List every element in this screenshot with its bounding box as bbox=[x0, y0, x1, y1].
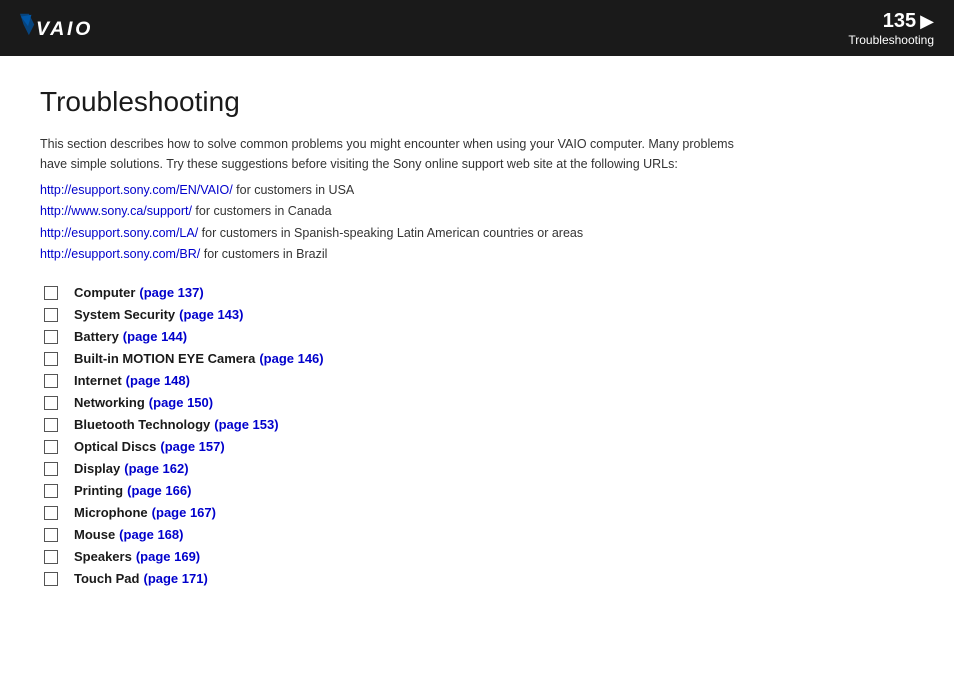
toc-item-link[interactable]: (page 169) bbox=[136, 549, 200, 564]
toc-list-item: Microphone (page 167) bbox=[40, 505, 914, 520]
toc-item-link[interactable]: (page 137) bbox=[139, 285, 203, 300]
toc-list-item: Bluetooth Technology (page 153) bbox=[40, 417, 914, 432]
checkbox-icon bbox=[44, 528, 58, 542]
toc-list-item: Touch Pad (page 171) bbox=[40, 571, 914, 586]
logo-area: VAIO bbox=[20, 12, 109, 44]
toc-list-item: Internet (page 148) bbox=[40, 373, 914, 388]
toc-list-item: Printing (page 166) bbox=[40, 483, 914, 498]
header: VAIO 135 ▶ Troubleshooting bbox=[0, 0, 954, 56]
toc-item-label: Touch Pad bbox=[74, 571, 139, 586]
toc-item-label: Display bbox=[74, 461, 120, 476]
toc-item-link[interactable]: (page 157) bbox=[160, 439, 224, 454]
toc-list-item: Computer (page 137) bbox=[40, 285, 914, 300]
toc-item-label: Mouse bbox=[74, 527, 115, 542]
toc-list: Computer (page 137) System Security (page… bbox=[40, 285, 914, 586]
url-links-block: http://esupport.sony.com/EN/VAIO/ for cu… bbox=[40, 180, 914, 265]
intro-line2: have simple solutions. Try these suggest… bbox=[40, 157, 678, 171]
url-usa-link[interactable]: http://esupport.sony.com/EN/VAIO/ bbox=[40, 183, 233, 197]
url-line-1: http://esupport.sony.com/EN/VAIO/ for cu… bbox=[40, 180, 914, 201]
toc-item-link[interactable]: (page 146) bbox=[259, 351, 323, 366]
url-la-suffix: for customers in Spanish-speaking Latin … bbox=[198, 226, 583, 240]
toc-list-item: Optical Discs (page 157) bbox=[40, 439, 914, 454]
url-line-4: http://esupport.sony.com/BR/ for custome… bbox=[40, 244, 914, 265]
arrow-icon: ▶ bbox=[920, 11, 934, 32]
toc-item-label: Internet bbox=[74, 373, 122, 388]
toc-item-link[interactable]: (page 168) bbox=[119, 527, 183, 542]
checkbox-icon bbox=[44, 418, 58, 432]
toc-item-label: System Security bbox=[74, 307, 175, 322]
vaio-logo-icon: VAIO bbox=[20, 12, 109, 44]
header-right: 135 ▶ Troubleshooting bbox=[848, 10, 934, 47]
section-label: Troubleshooting bbox=[848, 33, 934, 47]
toc-item-label: Bluetooth Technology bbox=[74, 417, 210, 432]
toc-item-link[interactable]: (page 144) bbox=[123, 329, 187, 344]
checkbox-icon bbox=[44, 572, 58, 586]
url-canada-link[interactable]: http://www.sony.ca/support/ bbox=[40, 204, 192, 218]
toc-list-item: Networking (page 150) bbox=[40, 395, 914, 410]
toc-list-item: System Security (page 143) bbox=[40, 307, 914, 322]
page-number-line: 135 ▶ bbox=[883, 10, 934, 33]
main-content: Troubleshooting This section describes h… bbox=[0, 56, 954, 613]
checkbox-icon bbox=[44, 286, 58, 300]
toc-item-link[interactable]: (page 153) bbox=[214, 417, 278, 432]
checkbox-icon bbox=[44, 484, 58, 498]
toc-item-link[interactable]: (page 150) bbox=[149, 395, 213, 410]
checkbox-icon bbox=[44, 506, 58, 520]
url-la-link[interactable]: http://esupport.sony.com/LA/ bbox=[40, 226, 198, 240]
toc-item-label: Built-in MOTION EYE Camera bbox=[74, 351, 255, 366]
checkbox-icon bbox=[44, 308, 58, 322]
checkbox-icon bbox=[44, 550, 58, 564]
svg-text:VAIO: VAIO bbox=[36, 18, 93, 40]
checkbox-icon bbox=[44, 396, 58, 410]
toc-item-link[interactable]: (page 148) bbox=[126, 373, 190, 388]
toc-item-label: Printing bbox=[74, 483, 123, 498]
url-usa-suffix: for customers in USA bbox=[233, 183, 355, 197]
toc-item-label: Computer bbox=[74, 285, 135, 300]
toc-item-link[interactable]: (page 162) bbox=[124, 461, 188, 476]
toc-list-item: Display (page 162) bbox=[40, 461, 914, 476]
checkbox-icon bbox=[44, 440, 58, 454]
toc-item-label: Networking bbox=[74, 395, 145, 410]
toc-item-link[interactable]: (page 167) bbox=[152, 505, 216, 520]
toc-item-label: Optical Discs bbox=[74, 439, 156, 454]
page-title: Troubleshooting bbox=[40, 86, 914, 118]
toc-item-label: Speakers bbox=[74, 549, 132, 564]
intro-paragraph: This section describes how to solve comm… bbox=[40, 134, 914, 174]
toc-list-item: Built-in MOTION EYE Camera (page 146) bbox=[40, 351, 914, 366]
toc-item-label: Battery bbox=[74, 329, 119, 344]
url-brazil-suffix: for customers in Brazil bbox=[200, 247, 327, 261]
toc-list-item: Mouse (page 168) bbox=[40, 527, 914, 542]
intro-line1: This section describes how to solve comm… bbox=[40, 137, 734, 151]
toc-item-link[interactable]: (page 171) bbox=[143, 571, 207, 586]
toc-list-item: Battery (page 144) bbox=[40, 329, 914, 344]
toc-list-item: Speakers (page 169) bbox=[40, 549, 914, 564]
url-line-3: http://esupport.sony.com/LA/ for custome… bbox=[40, 223, 914, 244]
checkbox-icon bbox=[44, 374, 58, 388]
checkbox-icon bbox=[44, 352, 58, 366]
url-canada-suffix: for customers in Canada bbox=[192, 204, 332, 218]
url-line-2: http://www.sony.ca/support/ for customer… bbox=[40, 201, 914, 222]
toc-item-link[interactable]: (page 166) bbox=[127, 483, 191, 498]
checkbox-icon bbox=[44, 330, 58, 344]
toc-item-link[interactable]: (page 143) bbox=[179, 307, 243, 322]
checkbox-icon bbox=[44, 462, 58, 476]
url-brazil-link[interactable]: http://esupport.sony.com/BR/ bbox=[40, 247, 200, 261]
toc-item-label: Microphone bbox=[74, 505, 148, 520]
page-number: 135 bbox=[883, 10, 916, 33]
